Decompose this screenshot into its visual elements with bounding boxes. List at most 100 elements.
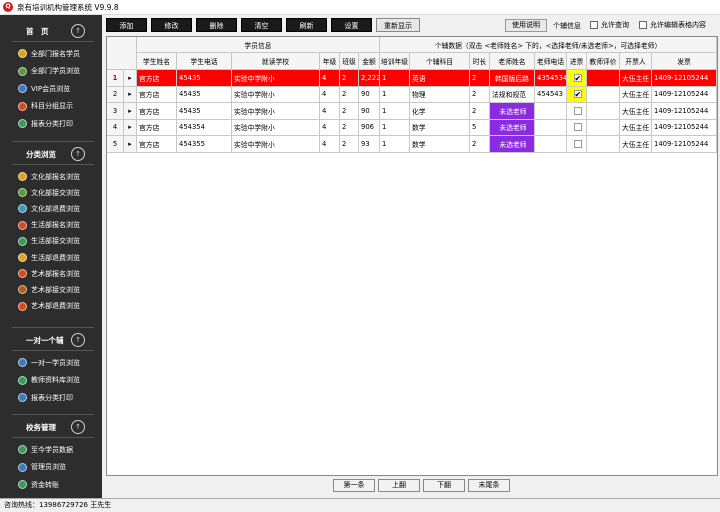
sidebar-item[interactable]: 艺术部退费浏览: [0, 298, 102, 315]
help-button[interactable]: 使用说明: [505, 19, 547, 32]
sidebar-section-header[interactable]: 分类浏览 ↑: [0, 146, 102, 162]
table-cell[interactable]: 2: [470, 86, 490, 103]
sidebar-item[interactable]: 至今学员数据: [0, 441, 102, 458]
sidebar-item[interactable]: 全部门学员浏览: [0, 63, 102, 80]
table-cell[interactable]: 1409-12105244: [652, 119, 717, 136]
column-header[interactable]: 老师电话: [535, 53, 567, 70]
sidebar-section-header[interactable]: 校务管理 ↑: [0, 419, 102, 435]
table-cell[interactable]: [587, 119, 620, 136]
table-cell[interactable]: 官方店: [137, 103, 177, 120]
table-cell[interactable]: 化学: [410, 103, 470, 120]
table-cell[interactable]: 官方店: [137, 86, 177, 103]
invoice-checkbox-cell[interactable]: ✔: [567, 86, 587, 103]
table-cell[interactable]: 大伍主任: [620, 119, 652, 136]
table-cell[interactable]: 1: [380, 119, 410, 136]
column-header[interactable]: 就读学校: [232, 53, 320, 70]
sidebar-item[interactable]: 一对一学员浏览: [0, 354, 102, 371]
table-cell[interactable]: 90: [359, 86, 380, 103]
table-cell[interactable]: 2: [470, 70, 490, 87]
table-cell[interactable]: 454354: [177, 119, 232, 136]
table-cell[interactable]: 大伍主任: [620, 86, 652, 103]
table-cell[interactable]: 93: [359, 136, 380, 153]
table-cell[interactable]: 4: [320, 86, 340, 103]
sidebar-item[interactable]: 科目分组显示: [0, 98, 102, 115]
row-number[interactable]: 4: [107, 119, 124, 136]
table-cell[interactable]: 1: [380, 86, 410, 103]
table-cell[interactable]: 数学: [410, 119, 470, 136]
column-header[interactable]: 开票人: [620, 53, 652, 70]
table-cell[interactable]: 4354534: [535, 70, 567, 87]
table-cell[interactable]: 1409-12105244: [652, 86, 717, 103]
column-header[interactable]: 金额: [359, 53, 380, 70]
table-cell[interactable]: 实验中学附小: [232, 70, 320, 87]
invoice-checkbox[interactable]: ✔: [573, 73, 582, 82]
table-cell[interactable]: [587, 86, 620, 103]
refresh-button[interactable]: 刷新: [286, 18, 327, 32]
table-cell[interactable]: [535, 136, 567, 153]
table-cell[interactable]: 1: [380, 136, 410, 153]
invoice-checkbox[interactable]: [573, 139, 582, 148]
sidebar-item[interactable]: 资金转账: [0, 476, 102, 493]
row-number[interactable]: 1: [107, 70, 124, 87]
sidebar-item[interactable]: 生活部报名浏览: [0, 217, 102, 234]
invoice-checkbox[interactable]: [573, 123, 582, 132]
column-header[interactable]: 发票: [652, 53, 717, 70]
sidebar-item[interactable]: 艺术部报名浏览: [0, 265, 102, 282]
allow-query-checkbox[interactable]: 允许查询: [590, 20, 629, 30]
table-cell[interactable]: 1409-12105244: [652, 103, 717, 120]
allow-query-box[interactable]: [590, 21, 598, 29]
table-cell[interactable]: 5: [470, 119, 490, 136]
sidebar-section-header[interactable]: 首 页 ↑: [0, 23, 102, 39]
table-cell[interactable]: 官方店: [137, 70, 177, 87]
table-cell[interactable]: 2,222: [359, 70, 380, 87]
sidebar-section-header[interactable]: 一对一个辅 ↑: [0, 332, 102, 348]
redisplay-button[interactable]: 重新显示: [376, 18, 420, 32]
table-cell[interactable]: 45435: [177, 86, 232, 103]
edit-button[interactable]: 修改: [151, 18, 192, 32]
table-cell[interactable]: 45435: [177, 103, 232, 120]
teacher-select-cell[interactable]: 未选老师: [490, 119, 535, 136]
last-record-button[interactable]: 末尾条: [468, 479, 510, 492]
row-number[interactable]: 5: [107, 136, 124, 153]
row-number[interactable]: 2: [107, 86, 124, 103]
table-cell[interactable]: 1: [380, 70, 410, 87]
sidebar-item[interactable]: 艺术部接交浏览: [0, 281, 102, 298]
invoice-checkbox-cell[interactable]: [567, 136, 587, 153]
table-cell[interactable]: 4: [320, 103, 340, 120]
column-header[interactable]: 时长: [470, 53, 490, 70]
sidebar-item[interactable]: 生活部退费浏览: [0, 249, 102, 266]
table-cell[interactable]: 906: [359, 119, 380, 136]
prev-page-button[interactable]: 上翻: [378, 479, 420, 492]
table-cell[interactable]: 90: [359, 103, 380, 120]
table-cell[interactable]: 官方店: [137, 136, 177, 153]
table-cell[interactable]: 大伍主任: [620, 70, 652, 87]
collapse-up-icon[interactable]: ↑: [71, 24, 85, 38]
table-cell[interactable]: 45435: [177, 70, 232, 87]
table-cell[interactable]: 实验中学附小: [232, 86, 320, 103]
column-header[interactable]: 老师姓名: [490, 53, 535, 70]
table-cell[interactable]: [535, 103, 567, 120]
table-cell[interactable]: 454543: [535, 86, 567, 103]
table-cell[interactable]: 2: [340, 103, 359, 120]
sidebar-item[interactable]: 文化部退费浏览: [0, 200, 102, 217]
collapse-up-icon[interactable]: ↑: [71, 147, 85, 161]
column-header[interactable]: 年级: [320, 53, 340, 70]
collapse-up-icon[interactable]: ↑: [71, 420, 85, 434]
column-header[interactable]: 教师评价: [587, 53, 620, 70]
sidebar-item[interactable]: 教师资料库浏览: [0, 372, 102, 389]
next-page-button[interactable]: 下翻: [423, 479, 465, 492]
table-cell[interactable]: 4: [320, 119, 340, 136]
table-cell[interactable]: 2: [470, 103, 490, 120]
teacher-select-cell[interactable]: 未选老师: [490, 103, 535, 120]
sidebar-item[interactable]: 报表分类打印: [0, 389, 102, 406]
table-cell[interactable]: 物理: [410, 86, 470, 103]
table-cell[interactable]: 2: [340, 119, 359, 136]
table-cell[interactable]: 实验中学附小: [232, 103, 320, 120]
table-cell[interactable]: 大伍主任: [620, 136, 652, 153]
invoice-checkbox-cell[interactable]: ✔: [567, 70, 587, 87]
teacher-select-cell[interactable]: 未选老师: [490, 136, 535, 153]
sidebar-item[interactable]: 文化部接交浏览: [0, 184, 102, 201]
delete-button[interactable]: 删除: [196, 18, 237, 32]
table-cell[interactable]: [535, 119, 567, 136]
column-header[interactable]: 学生姓名: [137, 53, 177, 70]
